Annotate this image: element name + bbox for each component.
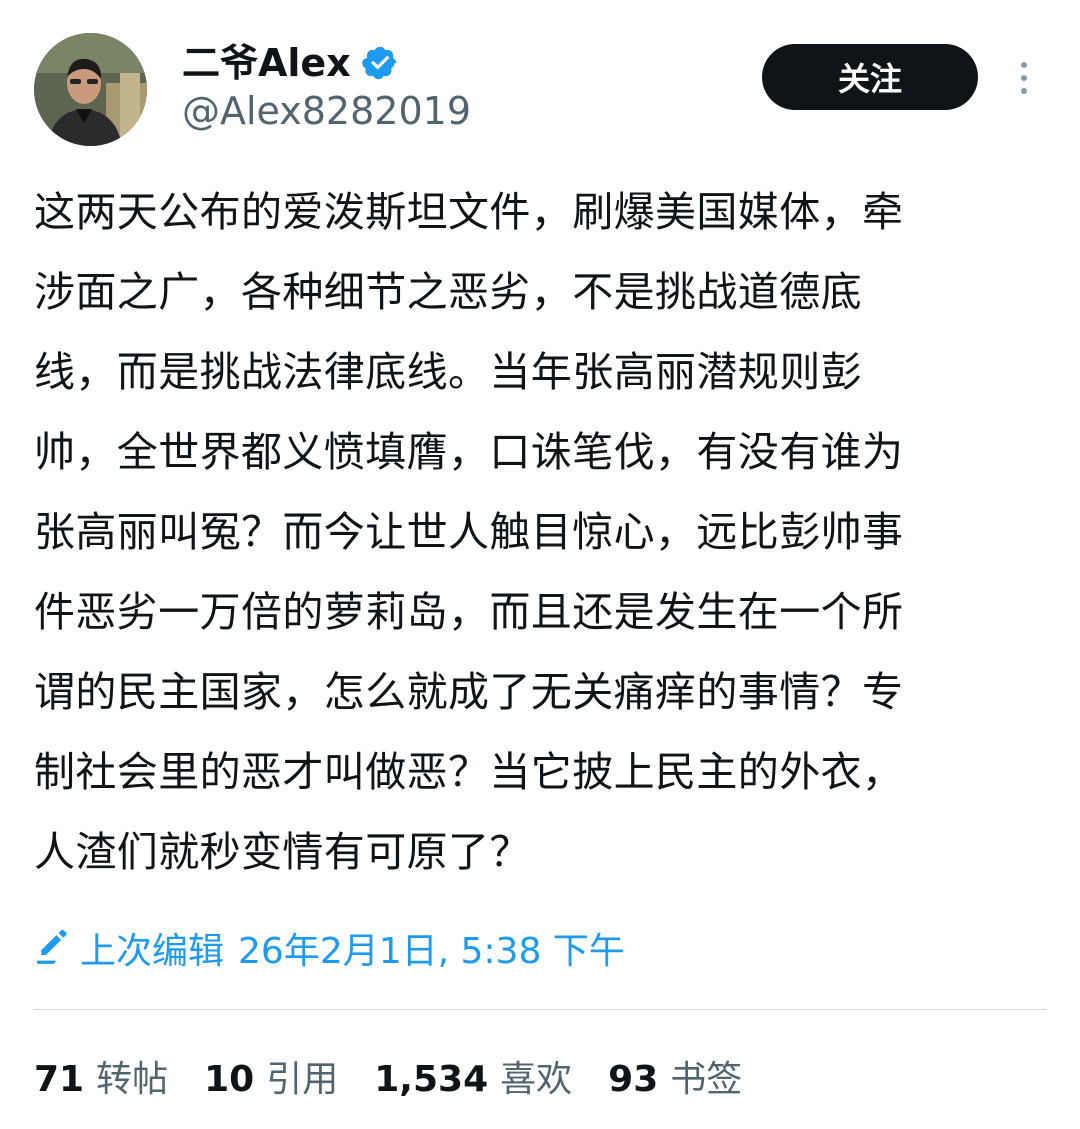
tweet-text-line: 件恶劣一万倍的萝莉岛，而且还是发生在一个所	[34, 588, 904, 636]
engagement-stats: 71 转帖 10 引用 1,534 喜欢 93 书签	[34, 1046, 778, 1106]
stat-count: 10	[204, 1059, 255, 1100]
display-name-row: 二爷Alex	[182, 38, 399, 88]
tweet-text-line: 涉面之广，各种细节之恶劣，不是挑战道德底	[34, 268, 862, 316]
edit-history-link[interactable]: 上次编辑 26年2月1日, 5:38 下午	[34, 918, 625, 978]
display-name[interactable]: 二爷Alex	[182, 38, 351, 88]
stat-label: 喜欢	[500, 1059, 573, 1100]
more-vertical-icon[interactable]	[1006, 56, 1042, 100]
follow-button[interactable]: 关注	[762, 44, 978, 110]
stat-count: 1,534	[374, 1059, 489, 1100]
pencil-icon	[34, 929, 72, 967]
stat-count: 93	[608, 1059, 659, 1100]
tweet-text: 这两天公布的爱泼斯坦文件，刷爆美国媒体，牵 涉面之广，各种细节之恶劣，不是挑战道…	[34, 172, 1046, 892]
stat-label: 转帖	[96, 1059, 169, 1100]
avatar[interactable]	[34, 33, 147, 146]
stat-reposts[interactable]: 71 转帖	[34, 1050, 168, 1102]
divider	[34, 1009, 1046, 1010]
tweet-text-line: 这两天公布的爱泼斯坦文件，刷爆美国媒体，牵	[34, 188, 904, 236]
stat-quotes[interactable]: 10 引用	[204, 1050, 338, 1102]
stat-label: 书签	[670, 1059, 743, 1100]
more-dot	[1021, 62, 1027, 68]
stat-count: 71	[34, 1059, 85, 1100]
verified-badge-icon	[361, 44, 399, 82]
user-handle[interactable]: @Alex8282019	[182, 88, 471, 134]
tweet-text-line: 张高丽叫冤？而今让世人触目惊心，远比彭帅事	[34, 508, 904, 556]
avatar-image	[34, 33, 147, 146]
stat-bookmarks[interactable]: 93 书签	[608, 1050, 742, 1102]
edited-label: 上次编辑	[80, 931, 225, 972]
stat-likes[interactable]: 1,534 喜欢	[374, 1050, 572, 1102]
more-dot	[1021, 88, 1027, 94]
tweet-text-line: 人渣们就秒变情有可原了？	[34, 828, 531, 876]
tweet-text-line: 帅，全世界都义愤填膺，口诛笔伐，有没有谁为	[34, 428, 904, 476]
tweet-text-line: 线，而是挑战法律底线。当年张高丽潜规则彭	[34, 348, 862, 396]
tweet-header: 二爷Alex @Alex8282019 关注	[0, 0, 1080, 150]
tweet-text-line: 制社会里的恶才叫做恶？当它披上民主的外衣，	[34, 748, 904, 796]
edited-timestamp: 26年2月1日, 5:38 下午	[238, 931, 625, 972]
tweet-text-line: 谓的民主国家，怎么就成了无关痛痒的事情？专	[34, 668, 904, 716]
stat-label: 引用	[266, 1059, 339, 1100]
more-dot	[1021, 75, 1027, 81]
